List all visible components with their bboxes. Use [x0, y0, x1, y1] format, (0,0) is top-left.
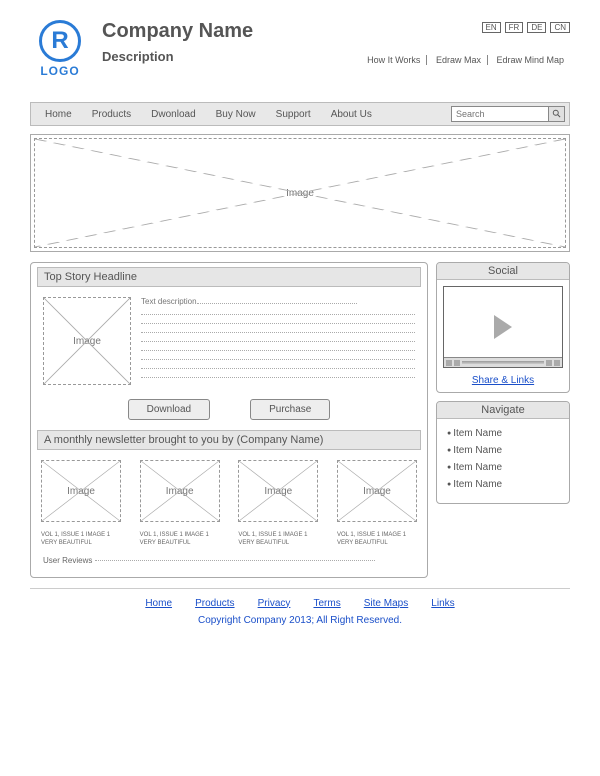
video-player[interactable]	[443, 286, 563, 368]
video-controls[interactable]	[444, 357, 562, 367]
hero-image-placeholder: Image	[34, 138, 566, 248]
nav-download[interactable]: Dwonload	[141, 109, 205, 120]
nav-products[interactable]: Products	[82, 109, 141, 120]
newsletter-card[interactable]: Image VOL 1, ISSUE 1 IMAGE 1 VERY BEAUTI…	[140, 460, 220, 548]
story-text: Text description	[141, 297, 415, 385]
logo[interactable]: R LOGO	[30, 20, 90, 78]
main-content: Top Story Headline Image Text descriptio…	[30, 262, 428, 578]
toplink-edraw-mind-map[interactable]: Edraw Mind Map	[490, 55, 570, 65]
main-nav: Home Products Dwonload Buy Now Support A…	[30, 102, 570, 126]
footer-link-home[interactable]: Home	[145, 598, 172, 609]
newsletter-card[interactable]: Image VOL 1, ISSUE 1 IMAGE 1 VERY BEAUTI…	[41, 460, 121, 548]
share-links-link[interactable]: Share & Links	[472, 375, 534, 386]
newsletter-card[interactable]: Image VOL 1, ISSUE 1 IMAGE 1 VERY BEAUTI…	[238, 460, 318, 548]
social-panel: Social Share & Links	[436, 262, 570, 393]
navigate-item[interactable]: Item Name	[447, 476, 559, 493]
top-story-headline: Top Story Headline	[37, 267, 421, 287]
toplink-how-it-works[interactable]: How It Works	[361, 55, 427, 65]
navigate-item[interactable]: Item Name	[447, 442, 559, 459]
navigate-item[interactable]: Item Name	[447, 459, 559, 476]
download-button[interactable]: Download	[128, 399, 210, 420]
logo-badge: R	[39, 20, 81, 62]
copyright: Copyright Company 2013; All Right Reserv…	[30, 615, 570, 626]
language-switcher: EN FR DE CN	[482, 22, 570, 33]
search-box	[451, 106, 565, 122]
newsletter-cards: Image VOL 1, ISSUE 1 IMAGE 1 VERY BEAUTI…	[41, 460, 417, 548]
lang-cn[interactable]: CN	[550, 22, 570, 33]
footer-link-products[interactable]: Products	[195, 598, 234, 609]
logo-text: LOGO	[40, 64, 79, 78]
footer: Home Products Privacy Terms Site Maps Li…	[30, 588, 570, 626]
toplink-edraw-max[interactable]: Edraw Max	[430, 55, 488, 65]
purchase-button[interactable]: Purchase	[250, 399, 330, 420]
search-button[interactable]	[548, 107, 564, 121]
newsletter-card[interactable]: Image VOL 1, ISSUE 1 IMAGE 1 VERY BEAUTI…	[337, 460, 417, 548]
navigate-item[interactable]: Item Name	[447, 425, 559, 442]
hero-banner: Image	[30, 134, 570, 252]
search-icon	[552, 109, 562, 119]
nav-support[interactable]: Support	[266, 109, 321, 120]
nav-home[interactable]: Home	[35, 109, 82, 120]
user-reviews: User Reviews	[43, 556, 415, 565]
footer-link-links[interactable]: Links	[431, 598, 454, 609]
social-title: Social	[437, 263, 569, 280]
lang-en[interactable]: EN	[482, 22, 501, 33]
nav-about-us[interactable]: About Us	[321, 109, 382, 120]
navigate-title: Navigate	[437, 402, 569, 419]
navigate-panel: Navigate Item Name Item Name Item Name I…	[436, 401, 570, 504]
top-links: How It Works Edraw Max Edraw Mind Map	[361, 55, 570, 65]
footer-link-privacy[interactable]: Privacy	[258, 598, 291, 609]
play-icon	[494, 315, 512, 339]
lang-fr[interactable]: FR	[505, 22, 524, 33]
lang-de[interactable]: DE	[527, 22, 546, 33]
nav-buy-now[interactable]: Buy Now	[206, 109, 266, 120]
story-image-placeholder: Image	[43, 297, 131, 385]
footer-link-terms[interactable]: Terms	[313, 598, 340, 609]
newsletter-title: A monthly newsletter brought to you by (…	[37, 430, 421, 450]
search-input[interactable]	[452, 109, 548, 119]
footer-link-sitemaps[interactable]: Site Maps	[364, 598, 408, 609]
